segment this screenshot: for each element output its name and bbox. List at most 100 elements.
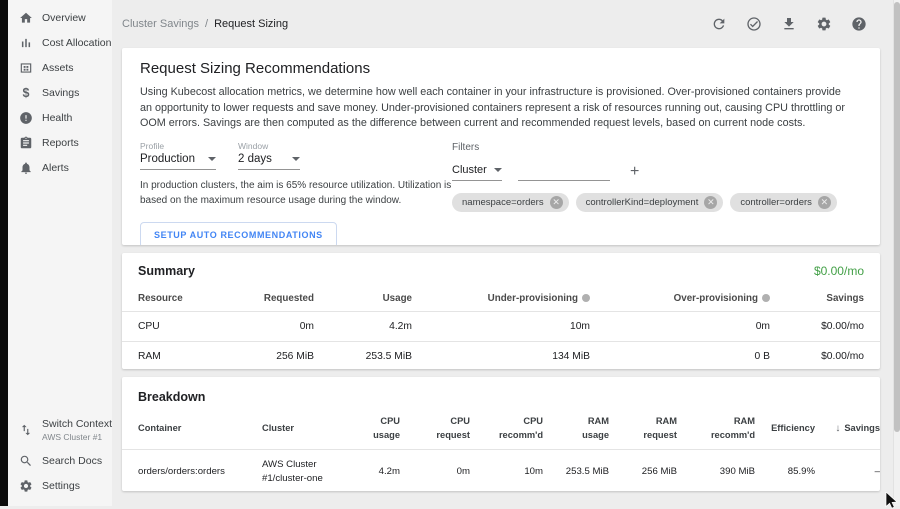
check-circle-icon [746,16,762,32]
sidebar-item-search-docs[interactable]: Search Docs [8,448,112,473]
chip-delete-icon[interactable]: ✕ [704,196,717,209]
sidebar-item-cost-allocation[interactable]: Cost Allocation [8,30,112,55]
window-select-value: 2 days [238,153,272,165]
sidebar-item-label: Settings [42,480,80,492]
filter-value-input[interactable] [518,163,610,181]
sidebar-item-label: Assets [42,62,74,74]
breakdown-title: Breakdown [138,390,205,404]
sidebar-item-label: Cost Allocation [42,37,111,49]
window-select[interactable]: 2 days [238,151,300,170]
summary-col-requested: Requested [232,286,314,312]
controls-left: Profile Production Window 2 days [140,141,452,245]
info-icon[interactable] [762,294,770,302]
info-icon[interactable] [582,294,590,302]
sidebar-item-alerts[interactable]: Alerts [8,155,112,180]
refresh-button[interactable] [706,12,731,37]
filters-label: Filters [452,142,862,153]
filter-chip-label: controllerKind=deployment [586,197,699,208]
search-icon [19,454,33,468]
summary-header-row: Resource Requested Usage Under-provision… [122,286,880,312]
breakdown-col-efficiency[interactable]: Efficiency [755,410,815,449]
sidebar-bottom-group: Switch Context AWS Cluster #1 Search Doc… [8,412,112,506]
summary-col-savings: Savings [770,286,880,312]
settings-button[interactable] [811,12,836,37]
breadcrumb-parent[interactable]: Cluster Savings [122,18,199,30]
add-filter-button[interactable]: + [628,165,641,181]
health-icon [19,111,33,125]
main-content: Cluster Savings / Request Sizing Request… [112,0,893,506]
filter-chip: controller=orders ✕ [730,193,837,212]
chevron-down-icon [292,157,300,161]
breakdown-row[interactable]: orders/orders:orders AWS Cluster #1/clus… [122,449,880,491]
breakdown-col-cpu-recommended[interactable]: CPUrecomm'd [470,410,543,449]
breakdown-col-container[interactable]: Container [122,410,262,449]
filter-chip-label: namespace=orders [462,197,544,208]
sidebar-item-overview[interactable]: Overview [8,5,112,30]
breakdown-table: Container Cluster CPUusage CPUrequest CP… [122,410,880,491]
breakdown-col-cpu-request[interactable]: CPUrequest [400,410,470,449]
summary-col-resource: Resource [122,286,232,312]
diagnostics-button[interactable] [741,12,766,37]
filter-chip: controllerKind=deployment ✕ [576,193,724,212]
sidebar-item-reports[interactable]: Reports [8,130,112,155]
switch-context-icon [19,423,33,437]
reports-icon [19,136,33,150]
window-select-group: Window 2 days [238,141,300,170]
filter-field-select[interactable]: Cluster [452,164,502,181]
chevron-down-icon [494,168,502,172]
breakdown-col-cpu-usage[interactable]: CPUusage [338,410,400,449]
window-label: Window [238,141,300,151]
summary-row-cpu: CPU 0m 4.2m 10m 0m $0.00/mo [122,312,880,342]
help-icon [851,16,867,32]
sort-desc-icon: ↓ [835,423,840,434]
filter-chips: namespace=orders ✕ controllerKind=deploy… [452,193,862,212]
home-icon [19,11,33,25]
breadcrumb-current: Request Sizing [214,18,288,30]
download-icon [781,16,797,32]
sidebar-item-assets[interactable]: Assets [8,55,112,80]
request-sizing-panel: Request Sizing Recommendations Using Kub… [122,48,880,245]
window-edge-strip [0,0,8,506]
gear-icon [816,16,832,32]
filter-field-value: Cluster [452,164,487,176]
scrollbar-thumb[interactable] [894,2,900,432]
page-title: Request Sizing Recommendations [140,60,862,77]
breadcrumb: Cluster Savings / Request Sizing [122,18,288,30]
download-button[interactable] [776,12,801,37]
profile-note: In production clusters, the aim is 65% r… [140,178,460,208]
assets-grid-icon [19,61,33,75]
sidebar-item-settings[interactable]: Settings [8,473,112,498]
sidebar-item-label: Switch Context [42,418,112,430]
breakdown-col-ram-usage[interactable]: RAMusage [543,410,609,449]
page-description: Using Kubecost allocation metrics, we de… [140,85,850,132]
scrollbar-track[interactable] [893,0,900,506]
sidebar-item-label: Alerts [42,162,69,174]
breakdown-col-savings[interactable]: ↓Savings [815,410,880,449]
sidebar-item-savings[interactable]: $ Savings [8,80,112,105]
breakdown-col-ram-request[interactable]: RAMrequest [609,410,677,449]
chip-delete-icon[interactable]: ✕ [818,196,831,209]
sidebar-item-label: Savings [42,87,79,99]
breakdown-col-ram-recommended[interactable]: RAMrecomm'd [677,410,755,449]
breadcrumb-separator: / [205,18,208,30]
breakdown-card: Breakdown Container Cluster CPUusage CPU… [122,377,880,491]
sidebar-item-label: Search Docs [42,455,102,467]
controls-row: Profile Production Window 2 days [140,141,862,245]
profile-select[interactable]: Production [140,151,216,170]
filters-section: Filters Cluster + namespace=orders ✕ [452,141,862,245]
total-savings-value: $0.00/mo [814,264,864,278]
chevron-down-icon [208,157,216,161]
summary-title: Summary [138,264,195,278]
mouse-cursor [885,492,899,509]
sidebar-spacer [8,180,112,412]
bell-icon [19,161,33,175]
topbar-actions [706,12,871,37]
help-button[interactable] [846,12,871,37]
refresh-icon [711,16,727,32]
breakdown-col-cluster[interactable]: Cluster [262,410,338,449]
summary-table: Resource Requested Usage Under-provision… [122,286,880,369]
sidebar-item-switch-context[interactable]: Switch Context AWS Cluster #1 [8,412,112,448]
setup-auto-recommendations-button[interactable]: SETUP AUTO RECOMMENDATIONS [140,222,337,245]
sidebar-item-health[interactable]: Health [8,105,112,130]
chip-delete-icon[interactable]: ✕ [550,196,563,209]
